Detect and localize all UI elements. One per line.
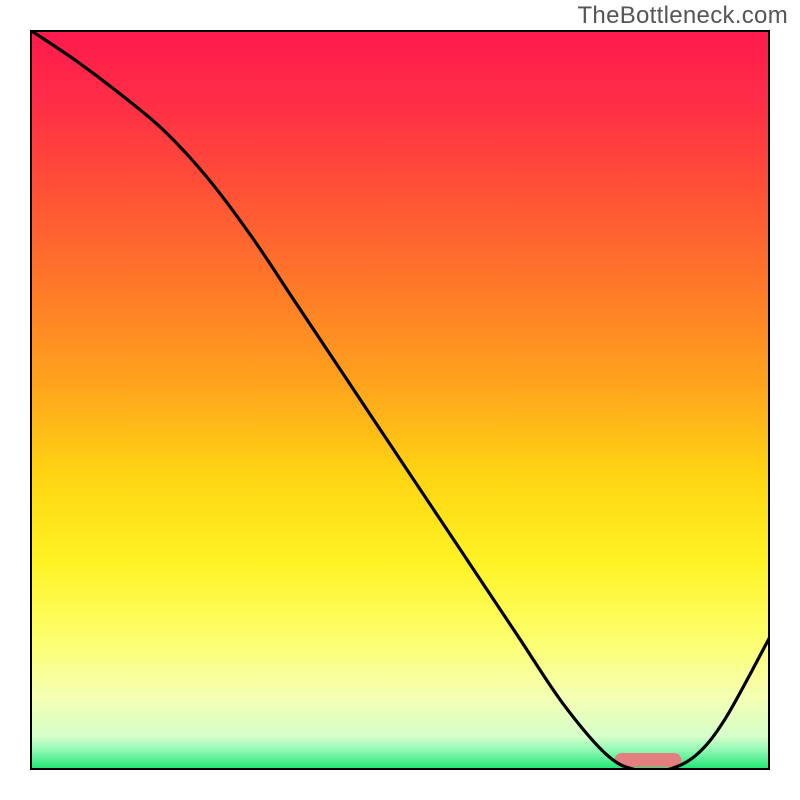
plot-area bbox=[30, 30, 770, 770]
watermark-text: TheBottleneck.com bbox=[577, 2, 788, 30]
chart-container: TheBottleneck.com bbox=[0, 0, 800, 800]
chart-svg bbox=[30, 30, 770, 770]
gradient-background bbox=[30, 30, 770, 770]
